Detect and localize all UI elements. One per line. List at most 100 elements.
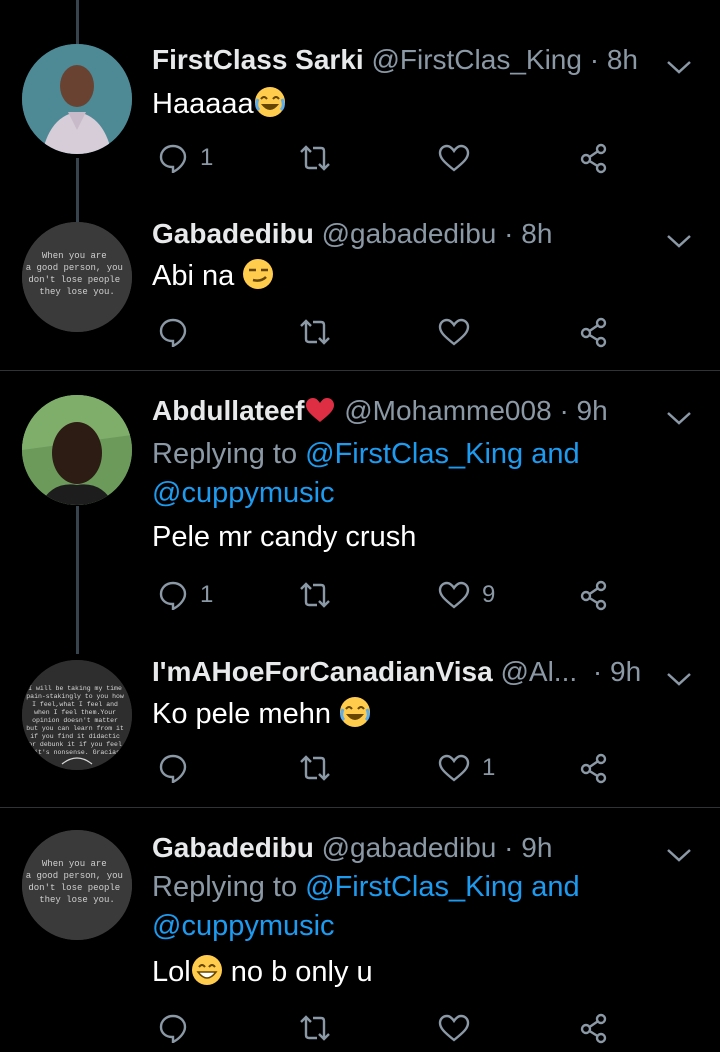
tweet-text: Haaaaa (152, 86, 286, 121)
heart-icon (438, 581, 470, 609)
reply-button[interactable] (158, 748, 200, 788)
like-button[interactable]: 1 (438, 748, 495, 788)
like-button[interactable] (438, 138, 482, 178)
reply-button[interactable]: 1 (158, 138, 213, 178)
avatar[interactable]: I will be taking my time pain-stakingly … (22, 660, 132, 770)
retweet-icon (300, 145, 330, 171)
tweet-text: Ko pele mehn (152, 696, 371, 731)
tweet-header: I'mAHoeForCanadianVisa @Al... · 9h (152, 656, 720, 696)
share-icon (580, 317, 607, 348)
like-count: 9 (482, 581, 496, 608)
reply-icon (159, 581, 187, 610)
share-button[interactable] (578, 1008, 610, 1048)
retweet-button[interactable] (298, 575, 332, 615)
tweet[interactable]: I will be taking my time pain-stakingly … (0, 628, 720, 808)
retweet-icon (300, 755, 330, 781)
tweet-text: Abi na (152, 258, 274, 293)
heart-icon (438, 318, 470, 346)
display-name[interactable]: I'mAHoeForCanadianVisa (152, 656, 493, 687)
reply-icon (159, 754, 187, 783)
timestamp[interactable]: 8h (521, 218, 552, 249)
tweet-actions (152, 1008, 622, 1048)
tweet-actions: 1 (152, 748, 622, 788)
chevron-down-icon[interactable] (666, 662, 692, 694)
tweet-header: FirstClass Sarki @FirstClas_King · 8h (152, 44, 720, 84)
mention-link[interactable]: @FirstClas_King (305, 871, 523, 903)
avatar[interactable]: When you are a good person, you don't lo… (22, 222, 132, 332)
reply-icon (159, 144, 187, 173)
retweet-button[interactable] (298, 138, 332, 178)
smirk-emoji-icon (242, 258, 274, 290)
tweet-header: Abdullateef @Mohamme008 · 9h (152, 395, 720, 435)
red-heart-emoji-icon (304, 396, 336, 431)
handle[interactable]: @Mohamme008 (344, 395, 551, 426)
avatar[interactable] (22, 44, 132, 154)
display-name[interactable]: FirstClass Sarki (152, 44, 364, 75)
reply-icon (159, 1014, 187, 1043)
reply-button[interactable] (158, 312, 200, 352)
reply-button[interactable]: 1 (158, 575, 213, 615)
retweet-button[interactable] (298, 1008, 332, 1048)
like-button[interactable]: 9 (438, 575, 495, 615)
handle[interactable]: @gabadedibu (322, 218, 497, 249)
svg-text:I will be taking my time: I will be taking my time pain-stakingly … (26, 685, 127, 756)
display-name[interactable]: Gabadedibu (152, 832, 314, 863)
timestamp[interactable]: 9h (577, 395, 608, 426)
share-icon (580, 143, 607, 174)
like-button[interactable] (438, 1008, 482, 1048)
avatar[interactable] (22, 395, 132, 505)
joy-emoji-icon (254, 86, 286, 118)
display-name[interactable]: Gabadedibu (152, 218, 314, 249)
timestamp[interactable]: 8h (607, 44, 638, 75)
retweet-button[interactable] (298, 312, 332, 352)
retweet-button[interactable] (298, 748, 332, 788)
share-button[interactable] (578, 748, 610, 788)
timestamp[interactable]: 9h (610, 656, 641, 687)
share-button[interactable] (578, 138, 610, 178)
tweet-header: Gabadedibu @gabadedibu · 8h (152, 218, 720, 258)
chevron-down-icon[interactable] (666, 401, 692, 433)
avatar[interactable]: When you are a good person, you don't lo… (22, 830, 132, 940)
tweet-actions (152, 312, 622, 352)
replying-to: Replying to @FirstClas_King and @cuppymu… (152, 871, 580, 942)
reply-button[interactable] (158, 1008, 200, 1048)
handle[interactable]: @FirstClas_King (371, 44, 581, 75)
handle[interactable]: @gabadedibu (322, 832, 497, 863)
tweet[interactable]: When you are a good person, you don't lo… (0, 190, 720, 370)
chevron-down-icon[interactable] (666, 50, 692, 82)
mention-link[interactable]: @FirstClas_King (305, 438, 523, 470)
replying-to: Replying to @FirstClas_King and @cuppymu… (152, 438, 580, 509)
heart-icon (438, 1014, 470, 1042)
tweet-actions: 1 9 (152, 575, 622, 615)
display-name[interactable]: Abdullateef (152, 395, 304, 426)
reply-icon (159, 318, 187, 347)
chevron-down-icon[interactable] (666, 838, 692, 870)
timestamp[interactable]: 9h (521, 832, 552, 863)
tweet-text: Pele mr candy crush (152, 521, 417, 553)
mention-link[interactable]: @cuppymusic (152, 910, 335, 942)
share-button[interactable] (578, 312, 610, 352)
share-icon (580, 580, 607, 611)
tweet[interactable]: When you are a good person, you don't lo… (0, 804, 720, 1052)
reply-count: 1 (200, 581, 214, 608)
tweet-actions: 1 (152, 138, 622, 178)
like-button[interactable] (438, 312, 482, 352)
tweet-header: Gabadedibu @gabadedibu · 9h (152, 832, 720, 872)
heart-icon (438, 144, 470, 172)
tweet[interactable]: FirstClass Sarki @FirstClas_King · 8h Ha… (0, 16, 720, 196)
share-icon (580, 1013, 607, 1044)
heart-icon (438, 754, 470, 782)
handle[interactable]: @Al... (500, 656, 577, 687)
grin-emoji-icon (191, 954, 223, 986)
like-count: 1 (482, 754, 496, 781)
tweet[interactable]: Abdullateef @Mohamme008 · 9h Replying to… (0, 367, 720, 627)
mention-link[interactable]: @cuppymusic (152, 477, 335, 509)
retweet-icon (300, 1015, 330, 1041)
share-button[interactable] (578, 575, 610, 615)
retweet-icon (300, 582, 330, 608)
tweet-text: Lol no b only u (152, 954, 373, 988)
share-icon (580, 753, 607, 784)
retweet-icon (300, 319, 330, 345)
joy-emoji-icon (339, 696, 371, 728)
chevron-down-icon[interactable] (666, 224, 692, 256)
